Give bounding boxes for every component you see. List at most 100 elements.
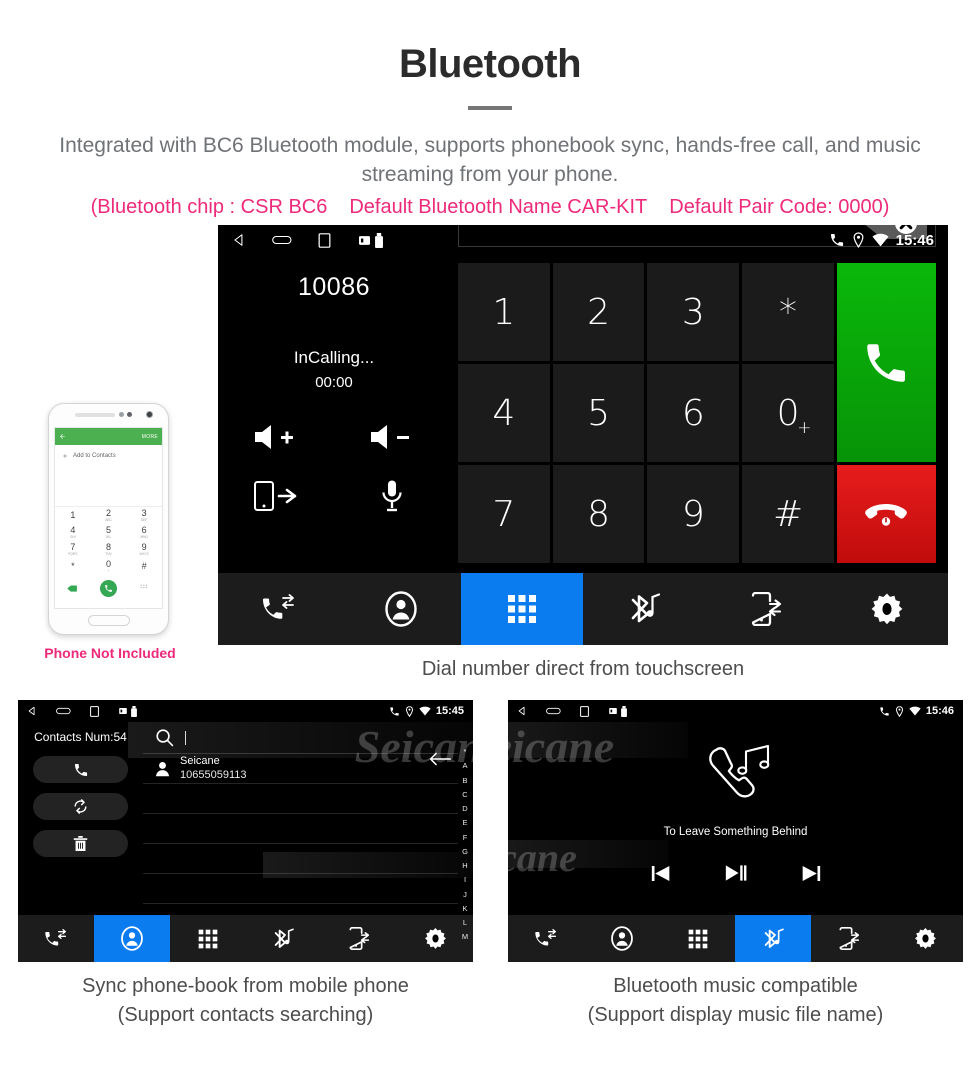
key-star[interactable]: * — [742, 263, 834, 361]
end-call-button[interactable] — [836, 465, 936, 563]
trash-bin-icon — [73, 836, 88, 851]
nav-phone-link[interactable] — [705, 573, 827, 645]
contacts-caption-line2: (Support contacts searching) — [117, 1004, 374, 1026]
statusbar-time: 15:45 — [435, 705, 464, 717]
nav-call-history[interactable] — [18, 915, 94, 962]
alpha-index-item[interactable]: J — [463, 888, 467, 902]
play-pause-button[interactable] — [725, 864, 747, 882]
spec-line: (Bluetooth chip : CSR BC6 Default Bluetoo… — [20, 196, 960, 219]
recents-square-icon[interactable] — [90, 705, 99, 717]
nav-contacts[interactable] — [340, 573, 462, 645]
phone-top-bezel — [49, 404, 168, 427]
nav-call-history[interactable] — [218, 573, 340, 645]
alpha-index-item[interactable]: E — [462, 816, 467, 830]
wifi-icon — [419, 706, 431, 716]
alpha-index-item[interactable]: * — [464, 745, 467, 759]
contact-list-item[interactable] — [143, 784, 458, 814]
key-6[interactable]: 6 — [647, 364, 740, 462]
nav-bluetooth-music[interactable] — [245, 915, 321, 962]
music-caption-line1: Bluetooth music compatible — [613, 975, 858, 997]
previous-track-button[interactable] — [651, 865, 671, 882]
handset-music-note-glyph-icon — [708, 744, 769, 798]
key-hash[interactable]: # — [742, 465, 834, 563]
phone-key: * — [71, 561, 75, 571]
nav-keypad[interactable] — [660, 915, 736, 962]
alpha-index-item[interactable]: D — [462, 802, 467, 816]
key-5[interactable]: 5 — [552, 364, 645, 462]
contact-list-item[interactable] — [143, 874, 458, 904]
nav-settings[interactable] — [826, 573, 948, 645]
nav-keypad[interactable] — [170, 915, 246, 962]
back-arrow-glyph-icon — [429, 752, 451, 766]
contacts-caption-line1: Sync phone-book from mobile phone — [82, 975, 409, 997]
alpha-index-item[interactable]: F — [463, 831, 468, 845]
key-0[interactable]: 0 + — [742, 364, 834, 462]
nav-call-history[interactable] — [508, 915, 584, 962]
phone-dialpad: 1 2 ABC 3 DEF 4 GHI 5 JKL 6 MNO 7 PQRS 8 TUV 9W… — [55, 507, 162, 575]
key-9[interactable]: 9 — [647, 465, 740, 563]
back-arrow-icon[interactable] — [429, 752, 451, 766]
back-triangle-icon[interactable] — [232, 233, 246, 247]
nav-settings[interactable] — [887, 915, 963, 962]
phone-sensor2-icon — [127, 412, 132, 417]
delete-button[interactable] — [33, 830, 128, 857]
phone-icon — [390, 706, 399, 716]
alphabet-index[interactable]: * A B C D E F G H I J K L M — [458, 745, 472, 945]
music-body: To Leave Something Behind — [508, 722, 963, 915]
nav-phone-link[interactable] — [811, 915, 887, 962]
nav-bluetooth-music[interactable] — [583, 573, 705, 645]
nav-contacts[interactable] — [584, 915, 660, 962]
key-7[interactable]: 7 — [458, 465, 550, 563]
key-2[interactable]: 2 — [552, 263, 645, 361]
alpha-index-item[interactable]: L — [463, 916, 467, 930]
key-1[interactable]: 1 — [458, 263, 550, 361]
back-triangle-icon[interactable] — [27, 706, 37, 716]
alpha-index-item[interactable]: B — [462, 774, 467, 788]
contact-list-item[interactable] — [143, 814, 458, 844]
dialpad-grid-icon — [688, 929, 707, 948]
nav-bluetooth-music[interactable] — [735, 915, 812, 962]
phone-body: MORE Add to Contacts 1 2 ABC 3 DEF 4 GHI 5J… — [48, 403, 169, 635]
key-0-plus: + — [797, 417, 812, 438]
alpha-index-item[interactable]: M — [462, 930, 468, 944]
contacts-navbar — [18, 915, 473, 962]
key-3[interactable]: 3 — [647, 263, 740, 361]
sync-button[interactable] — [33, 793, 128, 820]
contact-list-item[interactable] — [143, 844, 458, 874]
phone-home-button — [87, 614, 130, 626]
alpha-index-item[interactable]: I — [464, 873, 466, 887]
nav-contacts[interactable] — [93, 915, 170, 962]
back-triangle-icon[interactable] — [517, 706, 527, 716]
call-button[interactable] — [836, 263, 936, 462]
call-status-block: InCalling... 00:00 — [218, 344, 450, 395]
alpha-index-item[interactable]: C — [462, 788, 467, 802]
phone-backspace-icon — [67, 584, 78, 592]
contact-list-item[interactable]: Seicane 10655059113 — [143, 754, 458, 784]
key-8[interactable]: 8 — [552, 465, 645, 563]
home-pill-icon[interactable] — [56, 706, 71, 716]
home-pill-icon[interactable] — [546, 706, 561, 716]
volume-up-icon[interactable] — [253, 421, 299, 453]
contacts-screen: Seicane Seicane — [18, 700, 473, 962]
transfer-to-phone-icon[interactable] — [253, 479, 299, 513]
call-button[interactable] — [33, 756, 128, 783]
search-input[interactable] — [143, 722, 458, 754]
volume-down-icon[interactable] — [369, 421, 415, 453]
alpha-index-item[interactable]: K — [462, 902, 467, 916]
recents-square-icon[interactable] — [580, 705, 589, 717]
home-pill-icon[interactable] — [272, 233, 292, 247]
microphone-mute-icon[interactable] — [379, 479, 405, 513]
alpha-index-item[interactable]: H — [462, 859, 467, 873]
phone-not-included-note: Phone Not Included — [44, 645, 176, 661]
dialer-screen: 15:46 10086 InCalling... 00:00 1 2 3 * 4… — [218, 225, 948, 645]
next-track-button[interactable] — [801, 865, 821, 882]
music-caption-line2: (Support display music file name) — [587, 1004, 884, 1026]
nav-phone-link[interactable] — [321, 915, 397, 962]
alpha-index-item[interactable]: A — [462, 759, 467, 773]
spec-chip: (Bluetooth chip : CSR BC6 — [90, 195, 328, 218]
phone-call-button — [99, 579, 117, 597]
key-4[interactable]: 4 — [458, 364, 550, 462]
recents-square-icon[interactable] — [318, 232, 331, 248]
nav-keypad[interactable] — [461, 573, 584, 645]
alpha-index-item[interactable]: G — [462, 845, 468, 859]
